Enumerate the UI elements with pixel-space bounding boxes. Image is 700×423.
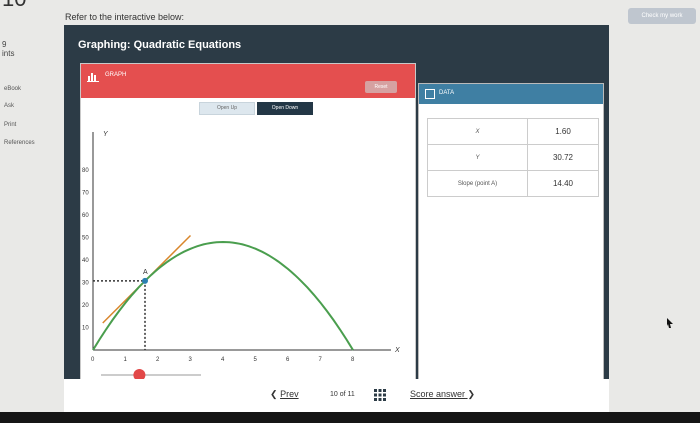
y-tick-label: 50 [82, 236, 89, 242]
nav-references[interactable]: References [4, 140, 35, 146]
prev-button[interactable]: ❮ Prev [270, 389, 299, 400]
chevron-right-icon: ❯ [467, 389, 476, 399]
question-number: 10 [2, 0, 26, 12]
table-row: X 1.60 [427, 118, 599, 145]
score-answer-button[interactable]: Score answer ❯ [410, 389, 475, 400]
x-tick-label: 4 [221, 357, 225, 363]
chevron-left-icon: ❮ [270, 389, 278, 399]
points-text: ints [2, 49, 15, 58]
y-tick-label: 10 [82, 326, 89, 332]
data-table: X 1.60 Y 30.72 Slope (point A) 14.40 [427, 118, 599, 197]
page-indicator: 10 of 11 [330, 391, 355, 398]
table-row: Slope (point A) 14.40 [427, 170, 599, 197]
x-tick-label: 6 [286, 357, 290, 363]
points-label: 9 ints [2, 40, 14, 58]
interactive-app: Graphing: Quadratic Equations GRAPH Rese… [64, 25, 609, 413]
row-key-slope: Slope (point A) [427, 170, 528, 197]
row-key-x: X [427, 118, 528, 145]
x-tick-label: 2 [156, 357, 160, 363]
y-tick-label: 30 [82, 281, 89, 287]
nav-print[interactable]: Print [4, 122, 16, 128]
grid-icon[interactable] [374, 389, 386, 401]
data-header: DATA [419, 84, 603, 104]
x-tick-label: 3 [189, 357, 193, 363]
nav-ask[interactable]: Ask [4, 103, 14, 109]
page-of: of [339, 391, 346, 398]
score-label: Score answer [410, 389, 466, 399]
page-total: 11 [347, 391, 355, 398]
point-a[interactable] [142, 277, 148, 284]
footer-nav: ❮ Prev 10 of 11 Score answer ❯ [64, 379, 609, 413]
y-tick-label: 20 [82, 303, 89, 309]
y-tick-label: 80 [82, 168, 89, 174]
graph-panel: GRAPH Reset Open Up Open Down X Y 012345… [80, 63, 416, 399]
x-axis-label: X [394, 347, 400, 354]
row-value-slope: 14.40 [527, 170, 599, 197]
y-axis-label: Y [103, 131, 109, 138]
nav-ebook[interactable]: eBook [4, 86, 21, 92]
check-my-work-button[interactable]: Check my work [628, 8, 696, 24]
refer-text: Refer to the interactive below: [65, 12, 185, 22]
data-header-label: DATA [439, 90, 455, 96]
app-title: Graphing: Quadratic Equations [78, 39, 242, 51]
table-icon [425, 89, 435, 99]
x-tick-label: 0 [91, 357, 95, 363]
y-tick-label: 60 [82, 213, 89, 219]
y-tick-label: 40 [82, 258, 89, 264]
x-tick-label: 1 [124, 357, 128, 363]
x-tick-label: 8 [351, 357, 355, 363]
x-tick-label: 5 [254, 357, 258, 363]
page-current: 10 [330, 391, 338, 398]
data-panel: DATA X 1.60 Y 30.72 Slope (point A) 14.4… [418, 83, 604, 399]
points-value: 9 [2, 40, 7, 49]
table-row: Y 30.72 [427, 144, 599, 171]
parabola-curve [92, 240, 354, 351]
row-key-y: Y [427, 144, 528, 171]
x-tick-label: 7 [319, 357, 323, 363]
bottom-bar [0, 412, 700, 423]
prev-label: Prev [280, 389, 299, 399]
graph-plot: X Y 0 1 2 3 4 5 6 7 8 10 20 30 40 50 60 70 80 A [82, 131, 400, 381]
point-a-label: A [143, 269, 148, 276]
row-value-x: 1.60 [527, 118, 599, 145]
y-tick-label: 70 [82, 191, 89, 197]
row-value-y: 30.72 [527, 144, 599, 171]
mouse-cursor-icon [667, 318, 673, 328]
